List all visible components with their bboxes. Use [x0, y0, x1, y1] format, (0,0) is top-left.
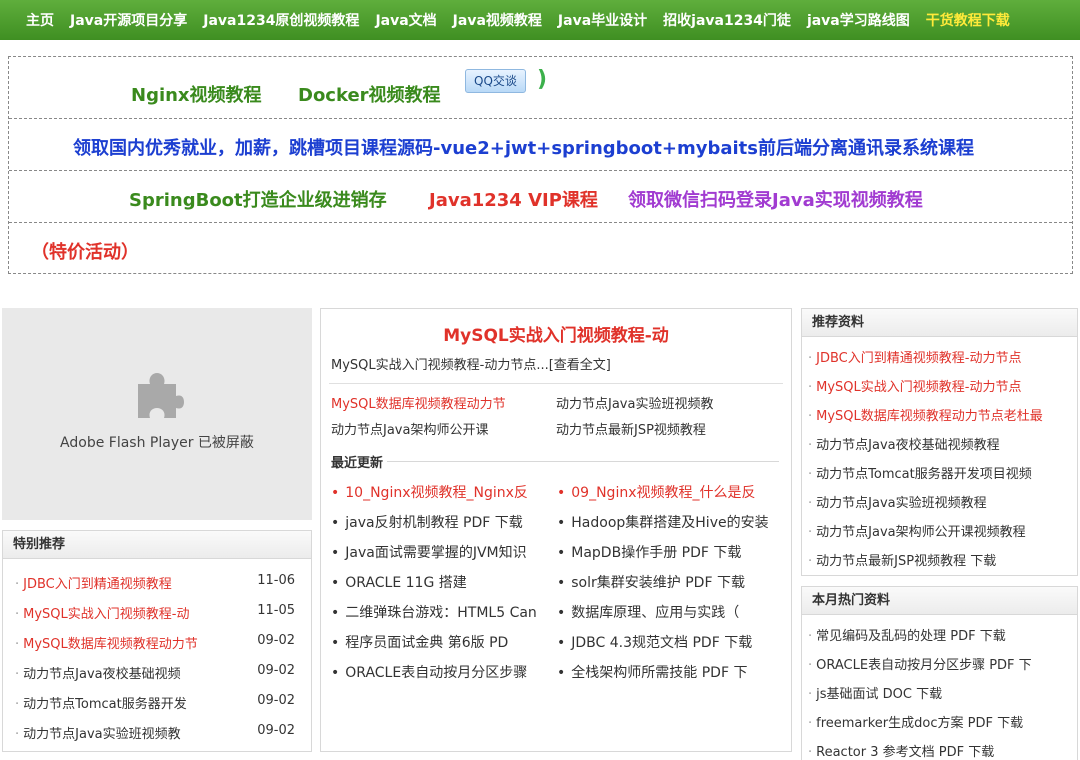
- promo-row-1: Nginx视频教程 Docker视频教程 QQ交谈 ): [9, 57, 1072, 119]
- vue-springboot-course-link[interactable]: 领取国内优秀就业，加薪，跳槽项目课程源码-vue2+jwt+springboot…: [73, 134, 974, 160]
- qq-chat-button[interactable]: QQ交谈: [465, 69, 526, 93]
- promo-row-2: 领取国内优秀就业，加薪，跳槽项目课程源码-vue2+jwt+springboot…: [9, 119, 1072, 171]
- featured-article-panel: MySQL实战入门视频教程-动 MySQL实战入门视频教程-动力节点...[查看…: [320, 308, 792, 752]
- divider: [331, 461, 779, 462]
- recommend-title: 推荐资料: [802, 309, 1077, 337]
- featured-article-desc: MySQL实战入门视频教程-动力节点...[查看全文]: [331, 358, 611, 373]
- list-item[interactable]: • JDBC 4.3规范文档 PDF 下载: [557, 632, 752, 652]
- nav-original-videos[interactable]: Java1234原创视频教程: [203, 10, 359, 30]
- nav-java-docs[interactable]: Java文档: [375, 10, 436, 30]
- list-item[interactable]: · MySQL实战入门视频教程-动: [15, 603, 189, 622]
- item-date: 09-02: [257, 663, 295, 678]
- item-date: 09-02: [257, 723, 295, 738]
- list-item[interactable]: · 动力节点Tomcat服务器开发项目视频: [808, 463, 1032, 482]
- list-item[interactable]: • 全栈架构师所需技能 PDF 下: [557, 662, 747, 682]
- related-link[interactable]: MySQL数据库视频教程动力节: [331, 393, 506, 412]
- item-date: 09-02: [257, 693, 295, 708]
- nav-home[interactable]: 主页: [26, 10, 54, 30]
- list-item[interactable]: • java反射机制教程 PDF 下载: [331, 512, 523, 532]
- special-offer-link[interactable]: （特价活动）: [31, 238, 139, 264]
- nginx-tutorial-link[interactable]: Nginx视频教程: [131, 81, 262, 107]
- list-item[interactable]: · MySQL数据库视频教程动力节: [15, 633, 198, 652]
- top-nav: 主页 Java开源项目分享 Java1234原创视频教程 Java文档 Java…: [0, 0, 1080, 40]
- flash-blocked-text: Adobe Flash Player 已被屏蔽: [60, 435, 254, 451]
- nav-graduation-project[interactable]: Java毕业设计: [558, 10, 647, 30]
- list-item[interactable]: · 动力节点Java夜校基础视频: [15, 663, 181, 682]
- special-recommend-panel: 特别推荐 · JDBC入门到精通视频教程 11-06 · MySQL实战入门视频教程…: [2, 530, 312, 752]
- list-item[interactable]: • 二维弹珠台游戏：HTML5 Can: [331, 602, 537, 622]
- related-link[interactable]: 动力节点Java架构师公开课: [331, 419, 488, 438]
- read-more-link[interactable]: [查看全文]: [549, 358, 611, 373]
- item-date: 11-05: [257, 603, 295, 618]
- list-item[interactable]: · MySQL实战入门视频教程-动力节点: [808, 376, 1021, 395]
- recent-updates-title: 最近更新: [331, 452, 388, 471]
- list-item[interactable]: · js基础面试 DOC 下载: [808, 683, 942, 702]
- nav-recruit[interactable]: 招收java1234门徒: [663, 10, 791, 30]
- list-item[interactable]: • 程序员面试金典 第6版 PD: [331, 632, 508, 652]
- promo-row-3: SpringBoot打造企业级进销存 Java1234 VIP课程 领取微信扫码…: [9, 171, 1072, 223]
- list-item[interactable]: • ORACLE 11G 搭建: [331, 572, 467, 592]
- item-date: 09-02: [257, 633, 295, 648]
- flash-placeholder: Adobe Flash Player 已被屏蔽: [2, 308, 312, 520]
- monthly-hot-panel: 本月热门资料 · 常见编码及乱码的处理 PDF 下载 · ORACLE表自动按月分区…: [801, 586, 1078, 760]
- list-item[interactable]: · 动力节点Java夜校基础视频教程: [808, 434, 1000, 453]
- list-item[interactable]: · 常见编码及乱码的处理 PDF 下载: [808, 625, 1006, 644]
- list-item[interactable]: • Hadoop集群搭建及Hive的安装: [557, 512, 769, 532]
- list-item[interactable]: · JDBC入门到精通视频教程-动力节点: [808, 347, 1021, 366]
- vip-course-link[interactable]: Java1234 VIP课程: [429, 186, 598, 212]
- list-item[interactable]: · MySQL数据库视频教程动力节点老杜最: [808, 405, 1043, 424]
- list-item[interactable]: · 动力节点Java实验班视频教: [15, 723, 181, 742]
- promo-row-4: （特价活动）: [9, 223, 1072, 275]
- list-item[interactable]: • solr集群安装维护 PDF 下载: [557, 572, 745, 592]
- item-date: 11-06: [257, 573, 295, 588]
- list-item[interactable]: • 09_Nginx视频教程_什么是反: [557, 482, 756, 502]
- monthly-hot-title: 本月热门资料: [802, 587, 1077, 615]
- list-item[interactable]: · 动力节点Java实验班视频教程: [808, 492, 987, 511]
- related-link[interactable]: 动力节点最新JSP视频教程: [556, 419, 706, 438]
- nav-downloads[interactable]: 干货教程下载: [926, 10, 1010, 30]
- list-item[interactable]: · 动力节点Tomcat服务器开发: [15, 693, 187, 712]
- docker-tutorial-link[interactable]: Docker视频教程: [298, 81, 441, 107]
- springboot-course-link[interactable]: SpringBoot打造企业级进销存: [129, 186, 387, 212]
- special-recommend-title: 特别推荐: [3, 531, 311, 559]
- nav-roadmap[interactable]: java学习路线图: [807, 10, 910, 30]
- list-item[interactable]: · freemarker生成doc方案 PDF 下载: [808, 712, 1023, 731]
- puzzle-icon: [138, 373, 184, 418]
- recommend-panel: 推荐资料 · JDBC入门到精通视频教程-动力节点 · MySQL实战入门视频教程-…: [801, 308, 1078, 576]
- divider: [329, 383, 783, 384]
- list-item[interactable]: • 数据库原理、应用与实践（: [557, 602, 739, 622]
- promo-paren: ): [537, 67, 548, 92]
- list-item[interactable]: · Reactor 3 参考文档 PDF 下载: [808, 741, 994, 760]
- wechat-login-course-link[interactable]: 领取微信扫码登录Java实现视频教程: [628, 186, 923, 212]
- list-item[interactable]: • Java面试需要掌握的JVM知识: [331, 542, 527, 562]
- list-item[interactable]: • 10_Nginx视频教程_Nginx反: [331, 482, 528, 502]
- related-link[interactable]: 动力节点Java实验班视频教: [556, 393, 713, 412]
- featured-article-title[interactable]: MySQL实战入门视频教程-动: [321, 321, 791, 346]
- list-item[interactable]: • ORACLE表自动按月分区步骤: [331, 662, 527, 682]
- list-item[interactable]: · JDBC入门到精通视频教程: [15, 573, 172, 592]
- list-item[interactable]: · ORACLE表自动按月分区步骤 PDF 下: [808, 654, 1032, 673]
- nav-open-source[interactable]: Java开源项目分享: [70, 10, 187, 30]
- list-item[interactable]: · 动力节点Java架构师公开课视频教程: [808, 521, 1026, 540]
- nav-java-videos[interactable]: Java视频教程: [453, 10, 542, 30]
- list-item[interactable]: · 动力节点最新JSP视频教程 下载: [808, 550, 996, 569]
- list-item[interactable]: • MapDB操作手册 PDF 下载: [557, 542, 741, 562]
- promo-box: Nginx视频教程 Docker视频教程 QQ交谈 ) 领取国内优秀就业，加薪，…: [8, 56, 1073, 274]
